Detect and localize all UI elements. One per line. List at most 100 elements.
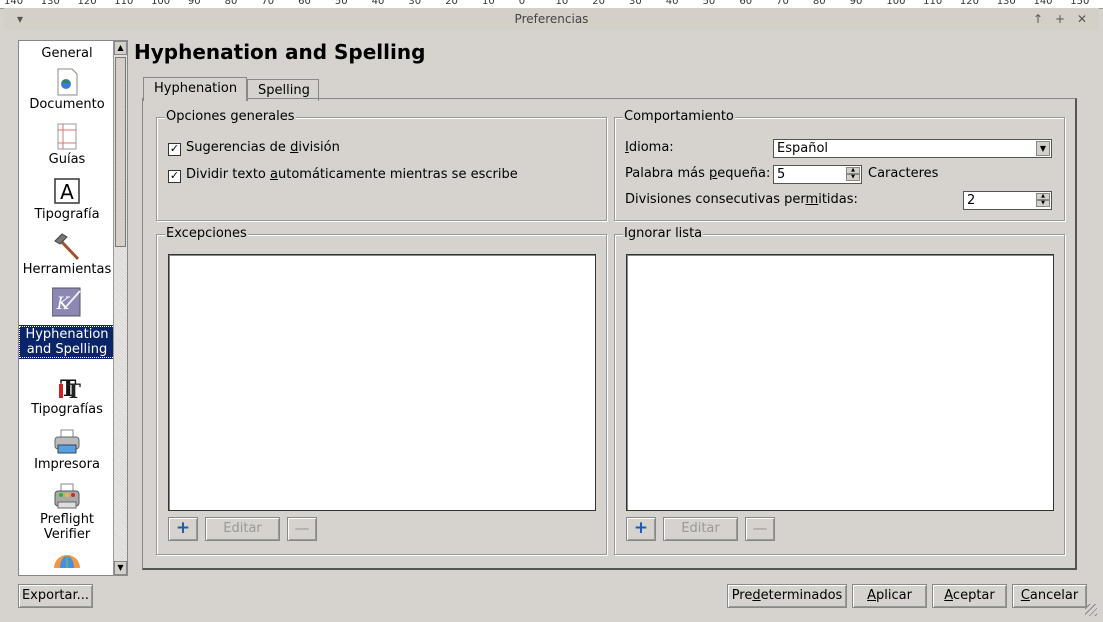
scroll-thumb[interactable] — [115, 57, 126, 247]
plus-icon: + — [633, 518, 649, 538]
consecutive-hyphens-label: Divisiones consecutivas permitidas: — [625, 192, 858, 207]
ruler-tick-label: 80 — [224, 0, 238, 7]
tools-hammer-icon — [52, 232, 82, 262]
preflight-icon — [52, 482, 82, 512]
exceptions-group: Excepciones + Editar — — [156, 226, 607, 555]
ruler-tick-label: 40 — [665, 0, 679, 7]
ruler-tick-label: 90 — [187, 0, 201, 7]
cancel-button[interactable]: Cancelar — [1012, 584, 1087, 608]
fonts-icon: TT — [52, 372, 82, 403]
svg-text:A: A — [60, 180, 74, 204]
ruler-tick-label: 100 — [151, 0, 171, 7]
remove-exception-button[interactable]: — — [287, 517, 317, 541]
defaults-button[interactable]: Predeterminados — [727, 584, 847, 608]
smallest-word-spinbox[interactable]: 5 ▲ ▼ — [773, 165, 862, 184]
sidebar-item-label: Hyphenation and Spelling — [19, 325, 116, 359]
sidebar-item-label: Herramientas — [22, 262, 112, 277]
ruler-tick-label: 20 — [592, 0, 605, 7]
tab-hyphenation[interactable]: Hyphenation — [143, 77, 247, 101]
minus-icon: — — [752, 519, 768, 537]
window-title: Preferencias — [514, 12, 589, 26]
sidebar-item-hyphenation[interactable]: K Hyphenation and Spelling — [19, 287, 116, 359]
ruler-tick-label: 80 — [812, 0, 826, 7]
raise-icon[interactable]: ↑ — [1030, 11, 1046, 27]
sidebar-item-label: Documento — [29, 97, 105, 112]
language-label: Idioma: — [625, 140, 674, 155]
sidebar-item-umbrella[interactable] — [19, 552, 115, 575]
spin-arrows-icon[interactable]: ▲ ▼ — [1036, 193, 1050, 208]
svg-text:T: T — [66, 379, 81, 402]
checkmark-icon: ✓ — [168, 169, 181, 183]
resize-grip-icon[interactable] — [1085, 604, 1097, 616]
sidebar-item-preflight[interactable]: Preflight Verifier — [19, 482, 115, 542]
typography-icon: A — [52, 177, 82, 207]
export-button[interactable]: Exportar... — [18, 584, 93, 608]
chevron-down-icon[interactable]: ▼ — [1036, 141, 1050, 156]
sidebar-item-tools[interactable]: Herramientas — [19, 232, 115, 277]
smallest-word-unit: Caracteres — [868, 166, 939, 181]
checkmark-icon: ✓ — [168, 142, 181, 156]
sidebar-item-label: Guías — [48, 152, 86, 167]
general-options-group: Opciones generales ✓ Sugerencias de divis… — [156, 109, 607, 221]
consecutive-hyphens-spinbox[interactable]: 2 ▲ ▼ — [963, 191, 1052, 210]
edit-exception-button[interactable]: Editar — [205, 517, 280, 541]
ruler-tick-label: 130 — [996, 0, 1016, 7]
ruler-tick-label: 70 — [261, 0, 275, 7]
tab-panel: Opciones generales ✓ Sugerencias de divis… — [142, 98, 1077, 570]
ruler-tick-label: 10 — [555, 0, 569, 7]
sidebar-item-guides[interactable]: Guías — [19, 122, 115, 167]
guides-icon — [52, 122, 82, 152]
sidebar-item-document[interactable]: Documento — [19, 67, 115, 112]
window-titlebar: ▾ Preferencias ↑ + ✕ — [4, 8, 1099, 30]
ruler-tick-label: 40 — [371, 0, 385, 7]
plus-icon: + — [175, 518, 191, 538]
accept-button[interactable]: Aceptar — [932, 584, 1007, 608]
ruler-tick-label: 60 — [298, 0, 311, 7]
apply-button[interactable]: Aplicar — [852, 584, 927, 608]
add-exception-button[interactable]: + — [168, 517, 198, 541]
ruler-tick-label: 50 — [334, 0, 348, 7]
ruler-tick-label: 0 — [518, 0, 526, 7]
umbrella-icon — [52, 552, 82, 575]
group-legend: Ignorar lista — [623, 226, 704, 241]
page-title: Hyphenation and Spelling — [134, 40, 426, 64]
exceptions-list[interactable] — [168, 254, 596, 511]
maximize-icon[interactable]: + — [1052, 11, 1068, 27]
behaviour-group: Comportamiento Idioma: Español ▼ Palabra… — [614, 109, 1065, 221]
preferences-window: General Documento Guías A Tipografía Her… — [4, 30, 1099, 618]
sidebar-item-label: General — [41, 46, 93, 61]
ruler-tick-label: 110 — [923, 0, 943, 7]
sidebar-item-typography[interactable]: A Tipografía — [19, 177, 115, 222]
ruler-tick-label: 140 — [1033, 0, 1053, 7]
sidebar-item-fonts[interactable]: TT Tipografías — [19, 372, 115, 417]
ignore-list-group: Ignorar lista + Editar — — [614, 226, 1065, 555]
ruler-tick-label: 120 — [959, 0, 980, 7]
ruler-tick-label: 150 — [1070, 0, 1090, 7]
sidebar-item-label: Tipografías — [31, 402, 103, 417]
scroll-down-arrow-icon[interactable]: ▼ — [114, 561, 127, 575]
ignore-list[interactable] — [626, 254, 1054, 511]
ruler-tick-label: 110 — [114, 0, 134, 7]
scroll-up-arrow-icon[interactable]: ▲ — [114, 41, 127, 55]
sidebar-scrollbar[interactable]: ▲ ▼ — [113, 41, 127, 575]
printer-icon — [52, 427, 82, 457]
ruler-tick-label: 130 — [40, 0, 60, 7]
group-legend: Excepciones — [165, 226, 248, 241]
edit-ignore-button[interactable]: Editar — [663, 517, 738, 541]
remove-ignore-button[interactable]: — — [745, 517, 775, 541]
language-select[interactable]: Español ▼ — [773, 139, 1052, 158]
group-legend: Opciones generales — [165, 109, 296, 124]
sidebar-item-general[interactable]: General — [19, 46, 115, 61]
add-ignore-button[interactable]: + — [626, 517, 656, 541]
ruler-tick-label: 30 — [408, 0, 422, 7]
ruler-tick-label: 50 — [702, 0, 716, 7]
auto-hyphenate-checkbox[interactable]: ✓ Dividir texto automáticamente mientras … — [168, 167, 518, 183]
spin-arrows-icon[interactable]: ▲ ▼ — [846, 167, 860, 182]
suggestions-checkbox[interactable]: ✓ Sugerencias de división — [168, 140, 340, 156]
sidebar-item-label: Impresora — [34, 457, 100, 472]
document-icon — [52, 67, 82, 97]
sidebar-item-printer[interactable]: Impresora — [19, 427, 115, 472]
close-icon[interactable]: ✕ — [1074, 11, 1090, 27]
minus-icon: — — [294, 519, 310, 537]
ruler-tick-label: 90 — [849, 0, 863, 7]
